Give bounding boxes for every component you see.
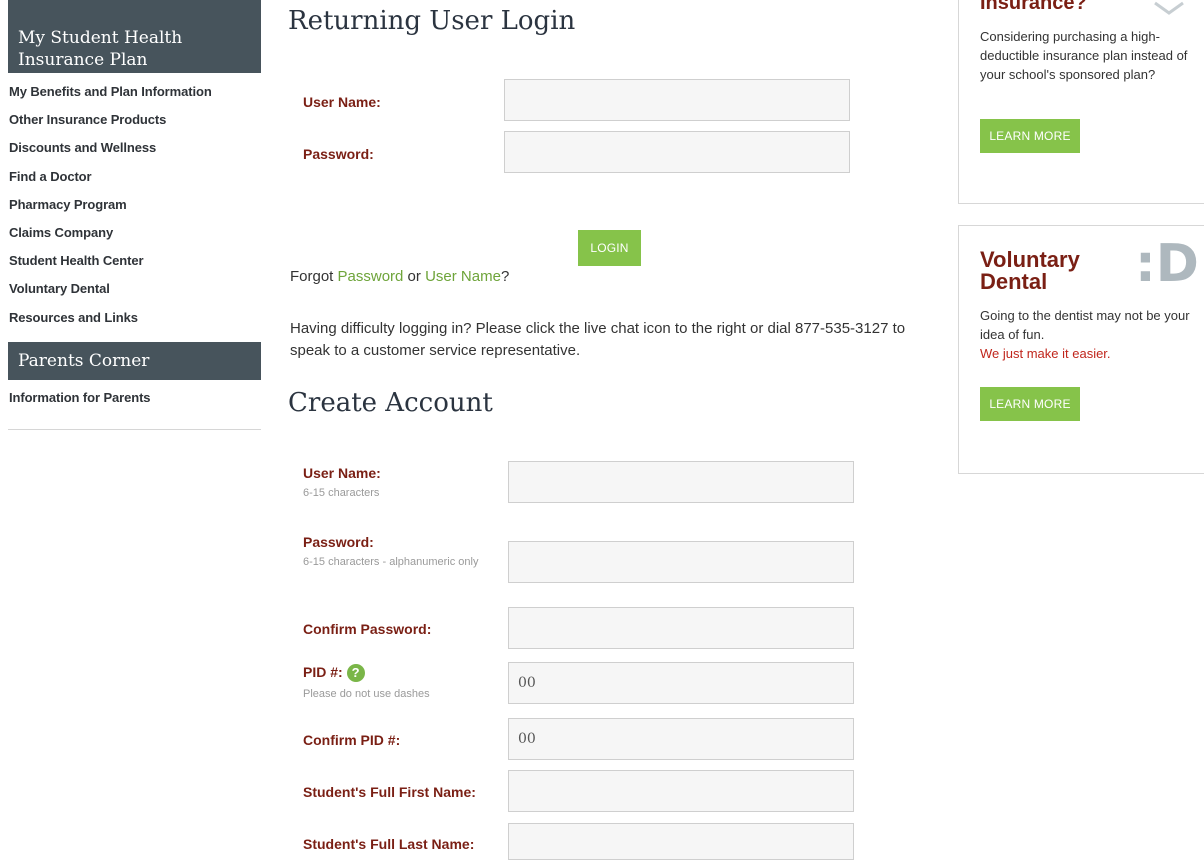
sidebar-section-title: My Student Health Insurance Plan: [18, 28, 183, 70]
login-password-label: Password:: [303, 146, 374, 162]
promo-title-line2: Dental: [980, 269, 1048, 294]
sidebar-section-header-parents: Parents Corner: [8, 341, 261, 380]
promo-accent: We just make it easier.: [980, 346, 1111, 361]
pid-label-text: PID #:: [303, 664, 343, 680]
forgot-password-link[interactable]: Password: [338, 268, 404, 285]
sidebar-item-pharmacy[interactable]: Pharmacy Program: [8, 191, 261, 219]
pid-input[interactable]: 00: [508, 662, 854, 704]
pid-label: PID #: ? Please do not use dashes: [303, 664, 430, 703]
learn-more-button[interactable]: LEARN MORE: [980, 119, 1080, 153]
create-password-input[interactable]: [508, 541, 854, 583]
login-username-label: User Name:: [303, 94, 381, 110]
promo-body: Going to the dentist may not be your ide…: [980, 306, 1204, 363]
sidebar-divider: [8, 429, 261, 430]
last-name-label: Student's Full Last Name:: [303, 836, 475, 852]
create-username-hint: 6-15 characters: [303, 487, 380, 499]
sidebar-item-resources[interactable]: Resources and Links: [8, 304, 261, 332]
sidebar-item-claims[interactable]: Claims Company: [8, 219, 261, 247]
sidebar-item-parents-info[interactable]: Information for Parents: [8, 384, 261, 412]
promo-body: Considering purchasing a high-deductible…: [980, 29, 1188, 82]
create-username-input[interactable]: [508, 461, 854, 503]
create-password-hint: 6-15 characters - alphanumeric only: [303, 556, 479, 568]
sidebar-item-other-insurance[interactable]: Other Insurance Products: [8, 106, 261, 134]
sidebar-item-discounts[interactable]: Discounts and Wellness: [8, 134, 261, 162]
sidebar-menu-parents: Information for Parents: [8, 384, 261, 412]
forgot-prefix: Forgot: [290, 268, 338, 285]
create-password-label: Password: 6-15 characters - alphanumeric…: [303, 534, 493, 571]
login-password-input[interactable]: [504, 131, 850, 173]
sidebar-item-benefits[interactable]: My Benefits and Plan Information: [8, 78, 261, 106]
forgot-username-link[interactable]: User Name: [425, 268, 501, 285]
promo-card-dental: Voluntary Dental :D Going to the dentist…: [958, 225, 1204, 474]
forgot-suffix: ?: [500, 268, 510, 285]
sidebar-section-header-plan: My Student Health Insurance Plan: [8, 0, 261, 73]
sidebar-item-dental[interactable]: Voluntary Dental: [8, 275, 261, 303]
promo-title-line1: Voluntary: [980, 247, 1080, 272]
confirm-password-input[interactable]: [508, 607, 854, 649]
sidebar-item-health-center[interactable]: Student Health Center: [8, 247, 261, 275]
forgot-line: Forgot Password or User Name?: [290, 266, 509, 288]
first-name-label: Student's Full First Name:: [303, 784, 476, 800]
login-title: Returning User Login: [288, 6, 576, 36]
promo-body-text: Going to the dentist may not be your ide…: [980, 308, 1190, 342]
promo-card-insurance: Insurance? Considering purchasing a high…: [958, 0, 1204, 204]
create-username-label: User Name: 6-15 characters: [303, 465, 381, 502]
login-help-text: Having difficulty logging in? Please cli…: [290, 320, 906, 359]
sidebar: My Student Health Insurance Plan My Bene…: [8, 0, 261, 430]
create-account-title: Create Account: [288, 388, 493, 418]
sidebar-item-find-doctor[interactable]: Find a Doctor: [8, 163, 261, 191]
promo-title: Insurance?: [980, 0, 1087, 14]
create-username-label-text: User Name:: [303, 465, 381, 481]
confirm-password-label: Confirm Password:: [303, 621, 432, 637]
smile-logo: :D: [1135, 234, 1199, 294]
create-password-label-text: Password:: [303, 534, 374, 550]
pid-hint: Please do not use dashes: [303, 688, 430, 701]
sidebar-menu: My Benefits and Plan Information Other I…: [8, 78, 261, 332]
forgot-or: or: [403, 268, 426, 285]
last-name-input[interactable]: [508, 823, 854, 860]
login-username-input[interactable]: [504, 79, 850, 121]
first-name-input[interactable]: [508, 770, 854, 812]
learn-more-button[interactable]: LEARN MORE: [980, 387, 1080, 421]
confirm-pid-input[interactable]: 00: [508, 718, 854, 760]
sidebar-section-title: Parents Corner: [18, 350, 150, 371]
shield-icon: [1154, 1, 1184, 15]
confirm-pid-label: Confirm PID #:: [303, 732, 401, 748]
help-icon[interactable]: ?: [346, 664, 365, 683]
login-button[interactable]: LOGIN: [578, 230, 641, 266]
